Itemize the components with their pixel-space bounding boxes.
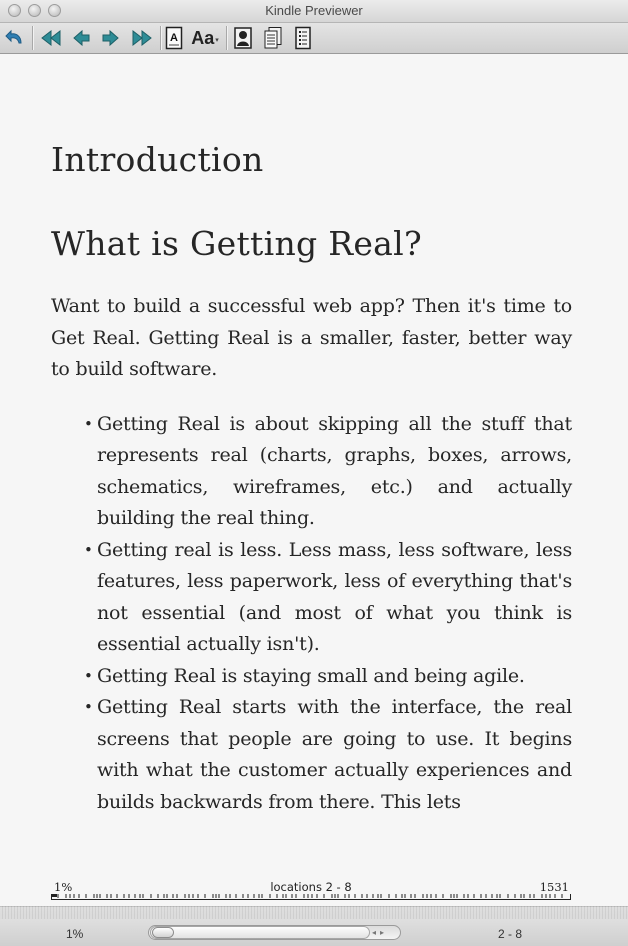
chapter-ticks [57,894,563,898]
toc-button[interactable] [292,26,314,50]
back-button[interactable] [4,26,26,50]
book-page: Introduction What is Getting Real? Want … [1,54,627,906]
font-size-button[interactable]: Aa ▾ [188,26,222,50]
chapter-title: Introduction [51,140,264,179]
text-view-icon: A [165,26,183,50]
next-page-icon [102,29,119,47]
text-view-button[interactable]: A [164,26,184,50]
page-viewport: Introduction What is Getting Real? Want … [1,54,627,824]
portrait-icon [234,27,252,49]
last-page-icon [132,29,152,47]
step-right-icon[interactable]: ▸ [380,928,384,937]
list-item: • Getting real is less. Less mass, less s… [84,535,572,661]
status-range: 2 - 8 [498,927,523,941]
back-icon [5,29,22,44]
page-slider[interactable] [150,926,370,939]
slider-step-buttons[interactable]: ◂ ▸ [372,926,400,939]
list-item-text: Getting Real is about skipping all the s… [97,412,572,530]
page-slider-knob[interactable] [152,927,174,938]
location-bar: 1% locations 2 - 8 1531 [51,880,571,900]
intro-paragraph: Want to build a successful web app? Then… [51,295,572,380]
toc-icon [295,26,311,50]
location-range: locations 2 - 8 [270,880,352,894]
section-title: What is Getting Real? [51,224,423,263]
previous-page-icon [73,29,90,47]
list-item: • Getting Real is staying small and being… [84,661,572,693]
list-item: • Getting Real starts with the interface,… [84,692,572,818]
step-left-icon[interactable]: ◂ [372,928,376,937]
list-item-text: Getting Real is staying small and being … [97,664,525,687]
pages-view-button[interactable] [262,26,284,50]
status-percent: 1% [66,927,84,941]
bullet-glyph: • [84,698,93,716]
chevron-down-icon: ▾ [215,36,219,44]
page-content: Introduction What is Getting Real? Want … [51,139,572,818]
bullet-glyph: • [84,414,93,433]
bullet-glyph: • [84,540,93,559]
title-bar: Kindle Previewer [0,0,628,23]
reading-progress-bar[interactable] [51,894,571,900]
list-item-text: Getting Real starts with the interface, … [97,696,572,813]
bullet-list: • Getting Real is about skipping all the … [51,409,572,819]
font-size-icon: Aa [191,27,215,48]
svg-text:A: A [170,32,178,44]
list-item: • Getting Real is about skipping all the … [84,409,572,535]
first-page-button[interactable] [38,26,64,50]
bullet-glyph: • [84,666,93,685]
list-item-text: Getting real is less. Less mass, less so… [97,538,572,656]
first-page-icon [41,29,61,47]
cover-view-button[interactable] [232,26,254,50]
window-title: Kindle Previewer [265,3,363,18]
toolbar: A Aa ▾ [0,23,628,54]
last-page-button[interactable] [129,26,155,50]
resize-stripe [0,906,628,919]
pages-icon [264,27,282,49]
previous-page-button[interactable] [70,26,92,50]
location-total: 1531 [539,880,569,894]
next-page-button[interactable] [100,26,122,50]
